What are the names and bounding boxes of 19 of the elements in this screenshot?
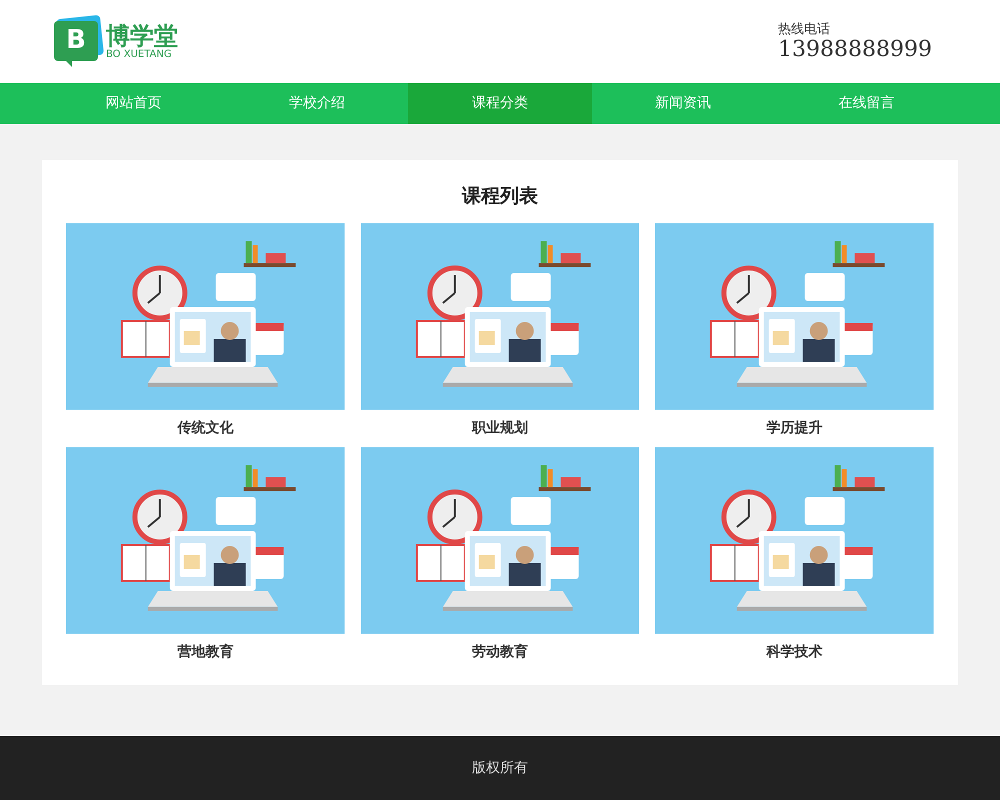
course-illustration[interactable] bbox=[66, 446, 345, 634]
course-name[interactable]: 职业规划 bbox=[472, 418, 528, 438]
course-illustration[interactable] bbox=[655, 446, 934, 634]
section-title: 课程列表 bbox=[460, 184, 539, 209]
course-name[interactable]: 传统文化 bbox=[177, 418, 234, 438]
hotline-number: 13988888999 bbox=[778, 38, 932, 61]
course-illustration[interactable] bbox=[66, 222, 345, 410]
course-name[interactable]: 科学技术 bbox=[766, 642, 823, 662]
hotline-label: 热线电话 bbox=[778, 22, 832, 39]
course-illustration[interactable] bbox=[655, 222, 934, 410]
course-name[interactable]: 劳动教育 bbox=[472, 642, 528, 662]
logo-subtitle: BO XUETANG bbox=[106, 50, 173, 60]
course-illustration[interactable] bbox=[360, 446, 640, 634]
course-name[interactable]: 营地教育 bbox=[177, 642, 234, 662]
logo-name: 博学堂 bbox=[106, 24, 178, 48]
course-name[interactable]: 学历提升 bbox=[766, 418, 823, 438]
copyright-text: 版权所有 bbox=[472, 758, 528, 778]
logo-letter: B bbox=[54, 20, 98, 60]
course-illustration[interactable] bbox=[360, 222, 640, 410]
